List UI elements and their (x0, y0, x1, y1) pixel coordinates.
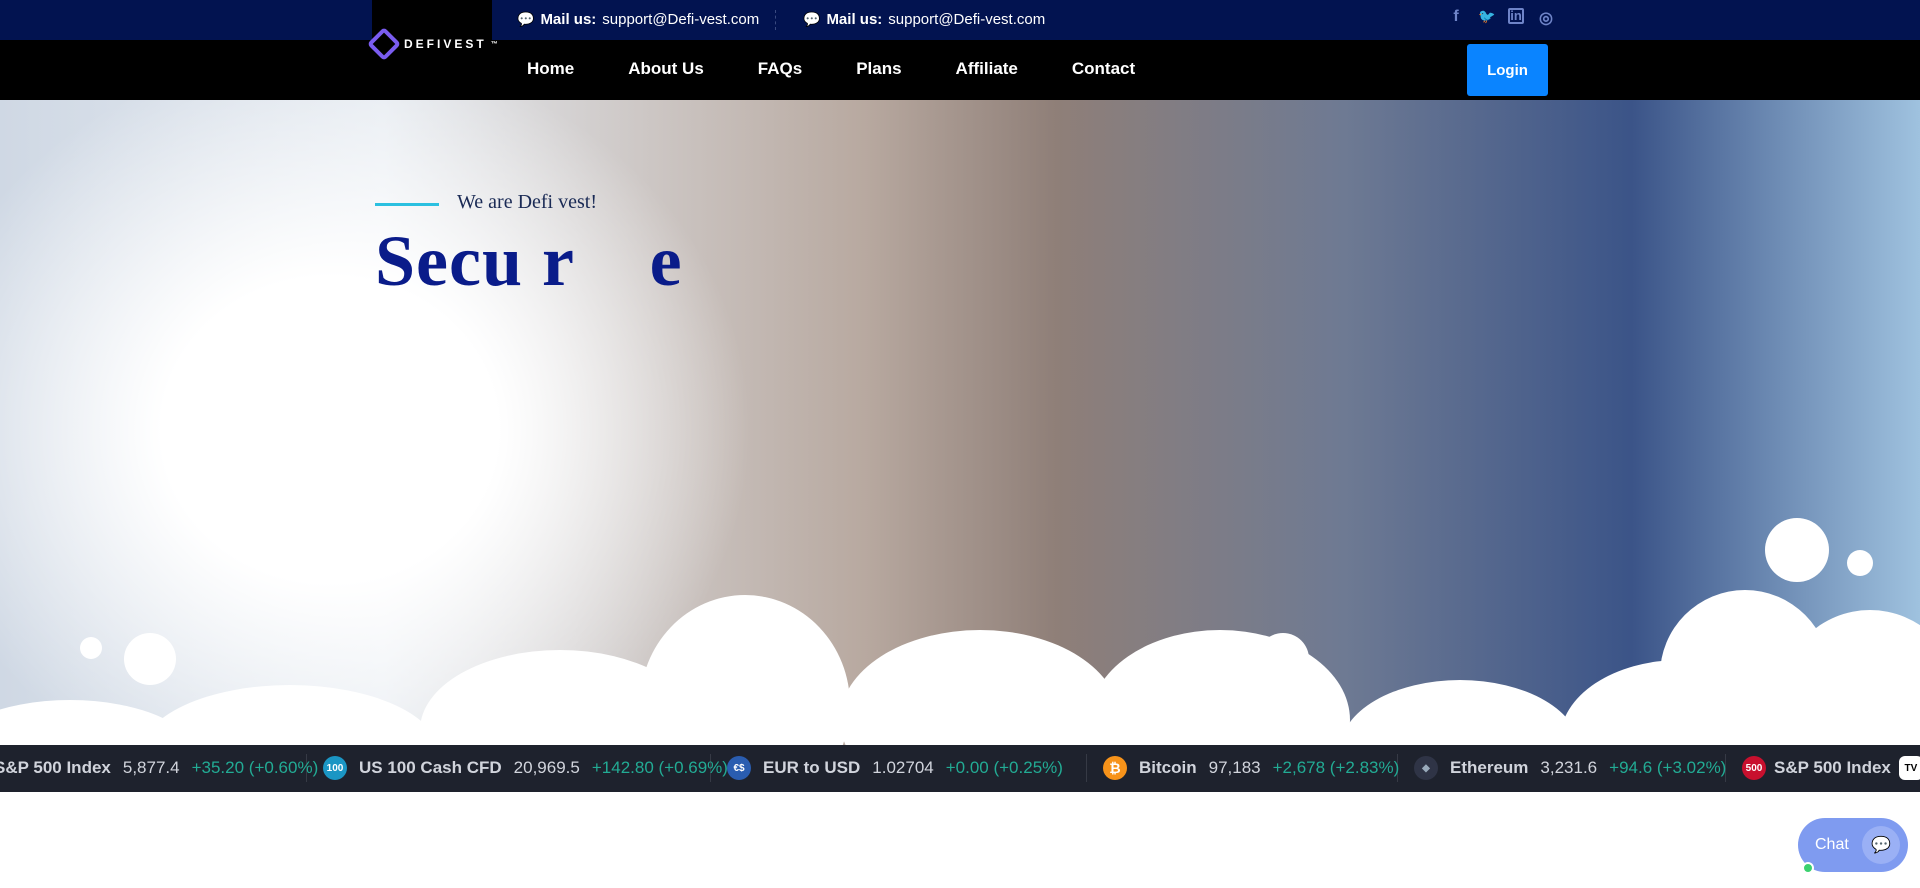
social-links: f 🐦 in ◎ (1448, 8, 1554, 28)
ticker-price: 5,877.4 (122, 758, 180, 777)
ticker-change: +142.80 (+0.69%) (591, 758, 728, 777)
eur-usd-flag-icon: €$ (727, 756, 751, 780)
ticker-item[interactable]: ◆ Ethereum 3,231.6 +94.6 (+3.02%) (1400, 754, 1726, 782)
hero-headline: Secu r e (375, 221, 683, 301)
chat-bubbles-icon: 💬 (803, 11, 821, 27)
mail-address[interactable]: support@Defi-vest.com (888, 11, 1045, 28)
ticker-change: +35.20 (+0.60%) (191, 758, 319, 777)
ticker-name: S&P 500 Index (1774, 758, 1891, 777)
tagline-accent (375, 203, 439, 206)
brand-logo[interactable]: DEFIVEST ™ (367, 27, 498, 61)
ticker-price: 20,969.5 (513, 758, 580, 777)
us100-icon: 100 (323, 756, 347, 780)
bubble (1847, 550, 1873, 576)
online-status-dot (1802, 862, 1814, 874)
bubble (1765, 518, 1829, 582)
ticker-price: 3,231.6 (1540, 758, 1598, 777)
ticker-price: 1.02704 (872, 758, 934, 777)
ticker-item[interactable]: €$ EUR to USD 1.02704 +0.00 (+0.25%) (713, 754, 1087, 782)
ticker-name: S&P 500 Index (0, 758, 111, 777)
mail-address[interactable]: support@Defi-vest.com (602, 11, 759, 28)
nav-home[interactable]: Home (527, 59, 574, 79)
instagram-icon[interactable]: ◎ (1538, 8, 1554, 28)
main-navigation: Home About Us FAQs Plans Affiliate Conta… (0, 40, 1920, 100)
top-contact-bar: 💬 Mail us: support@Defi-vest.com 💬 Mail … (0, 0, 1920, 40)
cloud-shape (140, 685, 440, 745)
chat-label: Chat (1815, 836, 1849, 853)
bitcoin-icon: ₿ (1103, 756, 1127, 780)
chat-widget-button[interactable]: Chat 💬 (1798, 818, 1908, 874)
ticker-price: 97,183 (1208, 758, 1261, 777)
mail-label: Mail us: (540, 11, 597, 28)
logo-mark-icon (367, 27, 401, 61)
ticker-change: +2,678 (+2.83%) (1272, 758, 1400, 777)
ticker-tape[interactable]: S&P 500 Index 5,877.4 +35.20 (+0.60%) 100 U… (0, 745, 1920, 792)
ticker-item[interactable]: 100 US 100 Cash CFD 20,969.5 +142.80 (+0.69… (309, 754, 728, 782)
bubble (124, 633, 176, 685)
ticker-item[interactable]: ₿ Bitcoin 97,183 +2,678 (+2.83%) (1089, 754, 1400, 782)
cloud-shape (640, 595, 850, 745)
ticker-name: EUR to USD (763, 758, 861, 777)
login-button[interactable]: Login (1467, 44, 1548, 96)
nav-contact[interactable]: Contact (1072, 59, 1135, 79)
ticker-name: Bitcoin (1139, 758, 1197, 777)
mail-contact-1[interactable]: 💬 Mail us: support@Defi-vest.com (517, 11, 759, 28)
nav-about-us[interactable]: About Us (628, 59, 704, 79)
chat-bubble-icon: 💬 (1862, 826, 1900, 864)
bubble (1257, 633, 1309, 685)
nav-menu: Home About Us FAQs Plans Affiliate Conta… (527, 59, 1189, 79)
ticker-item[interactable]: S&P 500 Index 5,877.4 +35.20 (+0.60%) (0, 754, 318, 782)
hero-section: We are Defi vest! Secu r e (0, 100, 1920, 745)
facebook-icon[interactable]: f (1448, 8, 1464, 28)
cloud-shape (1340, 680, 1580, 745)
linkedin-icon[interactable]: in (1508, 8, 1524, 24)
cloud-shape (840, 630, 1120, 745)
ticker-name: Ethereum (1450, 758, 1529, 777)
brand-name: DEFIVEST (404, 37, 487, 51)
ticker-name: US 100 Cash CFD (359, 758, 502, 777)
mail-contact-2[interactable]: 💬 Mail us: support@Defi-vest.com (803, 11, 1045, 28)
divider (775, 10, 776, 30)
sp500-icon: 500 (1742, 756, 1766, 780)
bubble (80, 637, 102, 659)
ticker-change: +94.6 (+3.02%) (1609, 758, 1727, 777)
trademark: ™ (490, 40, 498, 48)
ethereum-icon: ◆ (1414, 756, 1438, 780)
chat-bubbles-icon: 💬 (517, 11, 535, 27)
nav-affiliate[interactable]: Affiliate (956, 59, 1018, 79)
tradingview-logo-icon[interactable]: TV (1898, 756, 1920, 780)
cloud-shape (1090, 630, 1350, 745)
nav-plans[interactable]: Plans (856, 59, 901, 79)
ticker-item[interactable]: 500 S&P 500 Index TV (1728, 754, 1920, 782)
hero-tagline: We are Defi vest! (457, 191, 597, 213)
mail-label: Mail us: (826, 11, 883, 28)
twitter-icon[interactable]: 🐦 (1478, 8, 1495, 28)
nav-faqs[interactable]: FAQs (758, 59, 802, 79)
ticker-change: +0.00 (+0.25%) (945, 758, 1063, 777)
